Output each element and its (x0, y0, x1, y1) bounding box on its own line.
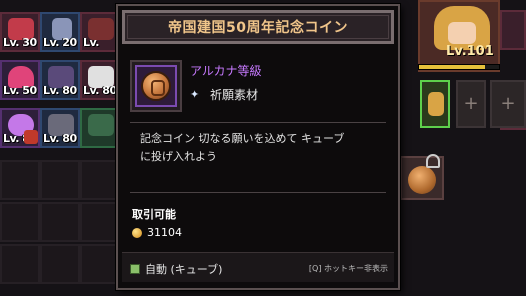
alert-badge-icon (24, 130, 38, 144)
lock-icon (426, 154, 440, 168)
inventory-slot-empty[interactable] (40, 160, 80, 200)
sparkle-icon: ✦ (190, 87, 200, 101)
tooltip-title-bar: 帝国建国50周年記念コイン (122, 10, 394, 44)
party-member-sprite (428, 92, 444, 116)
tradeable-label: 取引可能 (132, 208, 176, 221)
character-exp-bar (418, 64, 500, 70)
item-level: Lv. 80 (43, 132, 77, 145)
inventory-slot-empty[interactable] (80, 244, 120, 284)
item-rarity: アルカナ等級 (190, 64, 262, 78)
item-name: 帝国建国50周年記念コイン (168, 20, 348, 36)
coin-icon (408, 166, 436, 194)
auto-cube-label: 自動 (キューブ) (145, 263, 223, 276)
inventory-slot-empty[interactable] (0, 160, 40, 200)
inventory-slot-empty[interactable] (80, 160, 120, 200)
inventory-slot[interactable] (80, 108, 120, 148)
item-category: ✦ 祈願素材 (190, 86, 258, 103)
tooltip-footer: 自動 (キューブ) [Q] ホットキー非表示 (122, 252, 394, 282)
auto-cube-button[interactable]: 自動 (キューブ) (130, 261, 222, 277)
inventory-slot[interactable]: Lv. 80 (40, 108, 80, 148)
character-face (448, 22, 476, 44)
inventory-slot[interactable]: Lv. 20 (40, 12, 80, 52)
description-line: に投げ入れよう (140, 150, 217, 163)
gold-coin-icon (132, 227, 142, 238)
item-level: Lv. 80 (83, 84, 117, 97)
description-line: 記念コイン 切なる願いを込めて キューブ (140, 132, 345, 145)
inventory-slot[interactable]: Lv. 80 (80, 60, 120, 100)
party-add-slot[interactable]: + (490, 80, 526, 128)
game-screen: Lv. 30 Lv. 20 Lv. Lv. 50 Lv. 80 Lv. 80 L… (0, 0, 526, 296)
inventory-slot-empty[interactable] (80, 202, 120, 242)
character-exp-fill (419, 65, 485, 69)
inventory-grid: Lv. 30 Lv. 20 Lv. Lv. 50 Lv. 80 Lv. 80 L… (0, 0, 120, 296)
item-level: Lv. 20 (43, 36, 77, 49)
inventory-slot[interactable]: Lv. (80, 12, 120, 52)
party-add-slot[interactable]: + (456, 80, 486, 128)
checkbox-icon (130, 264, 140, 274)
item-level: Lv. 30 (3, 36, 37, 49)
item-level: Lv. 80 (43, 84, 77, 97)
character-portrait[interactable] (418, 0, 500, 72)
item-level: Lv. (83, 36, 99, 49)
item-level: Lv. 50 (3, 84, 37, 97)
commemorative-coin-icon (141, 71, 171, 101)
divider (130, 192, 386, 193)
item-category-label: 祈願素材 (210, 88, 259, 102)
inventory-slot[interactable]: Lv. 80 (40, 60, 80, 100)
item-description: 記念コイン 切なる願いを込めて キューブ に投げ入れよう (140, 130, 386, 166)
item-sprite (88, 114, 114, 136)
inventory-slot[interactable]: Lv. 30 (0, 12, 40, 52)
inventory-slot[interactable] (500, 10, 526, 50)
price-value: 31104 (147, 226, 182, 239)
item-tooltip: 帝国建国50周年記念コイン アルカナ等級 ✦ 祈願素材 記念コイン 切なる願いを… (116, 4, 400, 290)
item-icon-frame (130, 60, 182, 112)
inventory-slot[interactable]: Lv. 80 (0, 108, 40, 148)
inventory-slot-empty[interactable] (40, 202, 80, 242)
character-level: Lv.101 (446, 44, 494, 59)
inventory-slot-empty[interactable] (0, 244, 40, 284)
inventory-slot-empty[interactable] (0, 202, 40, 242)
item-price: 31104 (132, 226, 182, 239)
inventory-slot-empty[interactable] (40, 244, 80, 284)
party-member-slot[interactable] (420, 80, 450, 128)
inventory-slot[interactable]: Lv. 50 (0, 60, 40, 100)
divider (130, 122, 386, 123)
hotkey-hint: [Q] ホットキー非表示 (308, 264, 388, 273)
